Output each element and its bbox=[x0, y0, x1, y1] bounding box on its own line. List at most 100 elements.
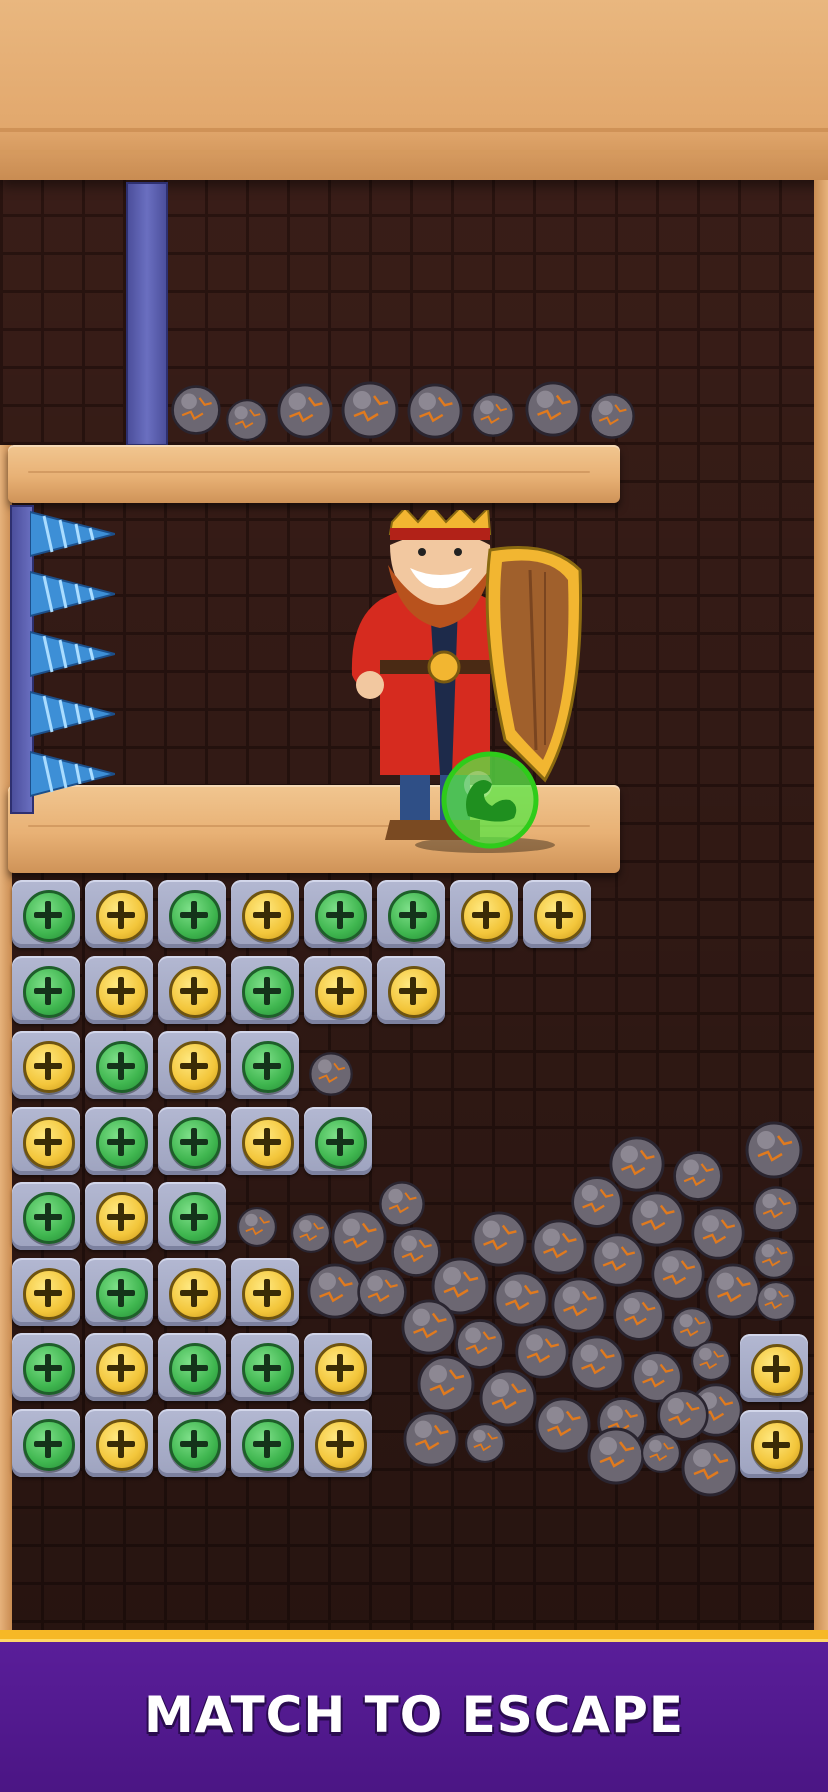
game-scene: MATCH TO ESCAPE bbox=[0, 0, 828, 1792]
cracked-rock-icon bbox=[171, 385, 221, 435]
plus-screw-icon bbox=[315, 890, 367, 942]
screw-tile[interactable] bbox=[85, 1333, 153, 1401]
cracked-rock-icon bbox=[479, 1369, 537, 1427]
screw-tile[interactable] bbox=[85, 1031, 153, 1099]
plus-screw-icon bbox=[23, 1343, 75, 1395]
plus-screw-icon bbox=[96, 1041, 148, 1093]
screw-tile[interactable] bbox=[12, 1408, 80, 1477]
cracked-rock-icon bbox=[471, 393, 515, 437]
plus-screw-icon bbox=[23, 890, 75, 942]
cracked-rock-icon bbox=[226, 399, 268, 441]
screw-tile[interactable] bbox=[304, 1106, 372, 1175]
plus-screw-icon bbox=[96, 890, 148, 942]
screw-tile[interactable] bbox=[158, 1182, 226, 1250]
screw-tile[interactable] bbox=[12, 1182, 80, 1250]
plus-screw-icon bbox=[315, 1116, 367, 1169]
plus-screw-icon bbox=[96, 1192, 148, 1244]
cracked-rock-icon bbox=[401, 1299, 457, 1355]
screw-tile[interactable] bbox=[304, 1408, 372, 1477]
plus-screw-icon bbox=[315, 1343, 367, 1395]
drill-spike-icon bbox=[30, 750, 115, 798]
right-wall-post bbox=[814, 180, 828, 1630]
screw-tile[interactable] bbox=[231, 1031, 299, 1099]
cracked-rock-icon bbox=[753, 1186, 799, 1232]
screw-tile[interactable] bbox=[85, 1257, 153, 1326]
plus-screw-icon bbox=[242, 1267, 294, 1320]
cracked-rock-icon bbox=[331, 1209, 387, 1265]
screw-tile[interactable] bbox=[85, 955, 153, 1024]
plus-screw-icon bbox=[388, 890, 440, 942]
ceiling-grain bbox=[0, 150, 828, 154]
screw-tile[interactable] bbox=[158, 1257, 226, 1326]
plus-screw-icon bbox=[242, 1343, 294, 1395]
plus-screw-icon bbox=[96, 1267, 148, 1320]
screw-tile[interactable] bbox=[85, 880, 153, 948]
plus-screw-icon bbox=[751, 1344, 803, 1396]
screw-tile[interactable] bbox=[304, 1333, 372, 1401]
screw-tile[interactable] bbox=[12, 880, 80, 948]
screw-tile[interactable] bbox=[231, 1408, 299, 1477]
plus-screw-icon bbox=[315, 1418, 367, 1471]
drill-spike-icon bbox=[30, 690, 115, 738]
screw-tile[interactable] bbox=[740, 1334, 808, 1402]
plus-screw-icon bbox=[751, 1419, 803, 1472]
plus-screw-icon bbox=[242, 1041, 294, 1093]
cracked-rock-icon bbox=[531, 1219, 587, 1275]
cracked-rock-icon bbox=[277, 383, 333, 439]
plus-screw-icon bbox=[169, 1041, 221, 1093]
screw-tile[interactable] bbox=[158, 880, 226, 948]
cracked-rock-icon bbox=[691, 1341, 731, 1381]
upper-plank bbox=[8, 445, 620, 503]
ceiling-grain bbox=[0, 128, 828, 132]
plus-screw-icon bbox=[315, 965, 367, 1018]
screw-tile[interactable] bbox=[12, 1106, 80, 1175]
screw-tile[interactable] bbox=[12, 1031, 80, 1099]
plus-screw-icon bbox=[169, 1418, 221, 1471]
screw-tile[interactable] bbox=[304, 880, 372, 948]
screw-tile[interactable] bbox=[523, 880, 591, 948]
drill-spike-icon bbox=[30, 630, 115, 678]
cracked-rock-icon bbox=[753, 1237, 795, 1279]
plus-screw-icon bbox=[23, 1192, 75, 1244]
screw-tile[interactable] bbox=[231, 1257, 299, 1326]
screw-tile[interactable] bbox=[304, 955, 372, 1024]
screw-tile[interactable] bbox=[158, 1408, 226, 1477]
screw-tile[interactable] bbox=[12, 955, 80, 1024]
screw-tile[interactable] bbox=[377, 955, 445, 1024]
screw-tile[interactable] bbox=[377, 880, 445, 948]
screw-tile[interactable] bbox=[12, 1333, 80, 1401]
plus-screw-icon bbox=[169, 1116, 221, 1169]
screw-tile[interactable] bbox=[85, 1182, 153, 1250]
plus-screw-icon bbox=[534, 890, 586, 942]
muscle-arm-icon[interactable] bbox=[440, 750, 540, 850]
plus-screw-icon bbox=[23, 965, 75, 1018]
plus-screw-icon bbox=[96, 1418, 148, 1471]
screw-tile[interactable] bbox=[158, 1333, 226, 1401]
cracked-rock-icon bbox=[525, 381, 581, 437]
screw-tile[interactable] bbox=[231, 1333, 299, 1401]
screw-tile[interactable] bbox=[231, 1106, 299, 1175]
screw-tile[interactable] bbox=[158, 1031, 226, 1099]
wooden-ceiling bbox=[0, 0, 828, 180]
screw-tile[interactable] bbox=[231, 955, 299, 1024]
screw-tile[interactable] bbox=[158, 1106, 226, 1175]
plus-screw-icon bbox=[96, 1343, 148, 1395]
cracked-rock-icon bbox=[407, 383, 463, 439]
cracked-rock-icon bbox=[587, 1427, 645, 1485]
screw-tile[interactable] bbox=[231, 880, 299, 948]
screw-tile[interactable] bbox=[450, 880, 518, 948]
plus-screw-icon bbox=[23, 1267, 75, 1320]
drill-spike-icon bbox=[30, 510, 115, 558]
cracked-rock-icon bbox=[403, 1411, 459, 1467]
plus-screw-icon bbox=[23, 1418, 75, 1471]
screw-tile[interactable] bbox=[740, 1409, 808, 1478]
cracked-rock-icon bbox=[535, 1397, 591, 1453]
screw-tile[interactable] bbox=[85, 1106, 153, 1175]
cracked-rock-icon bbox=[309, 1052, 353, 1096]
screw-tile[interactable] bbox=[12, 1257, 80, 1326]
vertical-pin[interactable] bbox=[126, 182, 168, 446]
screw-tile[interactable] bbox=[158, 955, 226, 1024]
plus-screw-icon bbox=[96, 965, 148, 1018]
screw-tile[interactable] bbox=[85, 1408, 153, 1477]
plus-screw-icon bbox=[242, 1418, 294, 1471]
